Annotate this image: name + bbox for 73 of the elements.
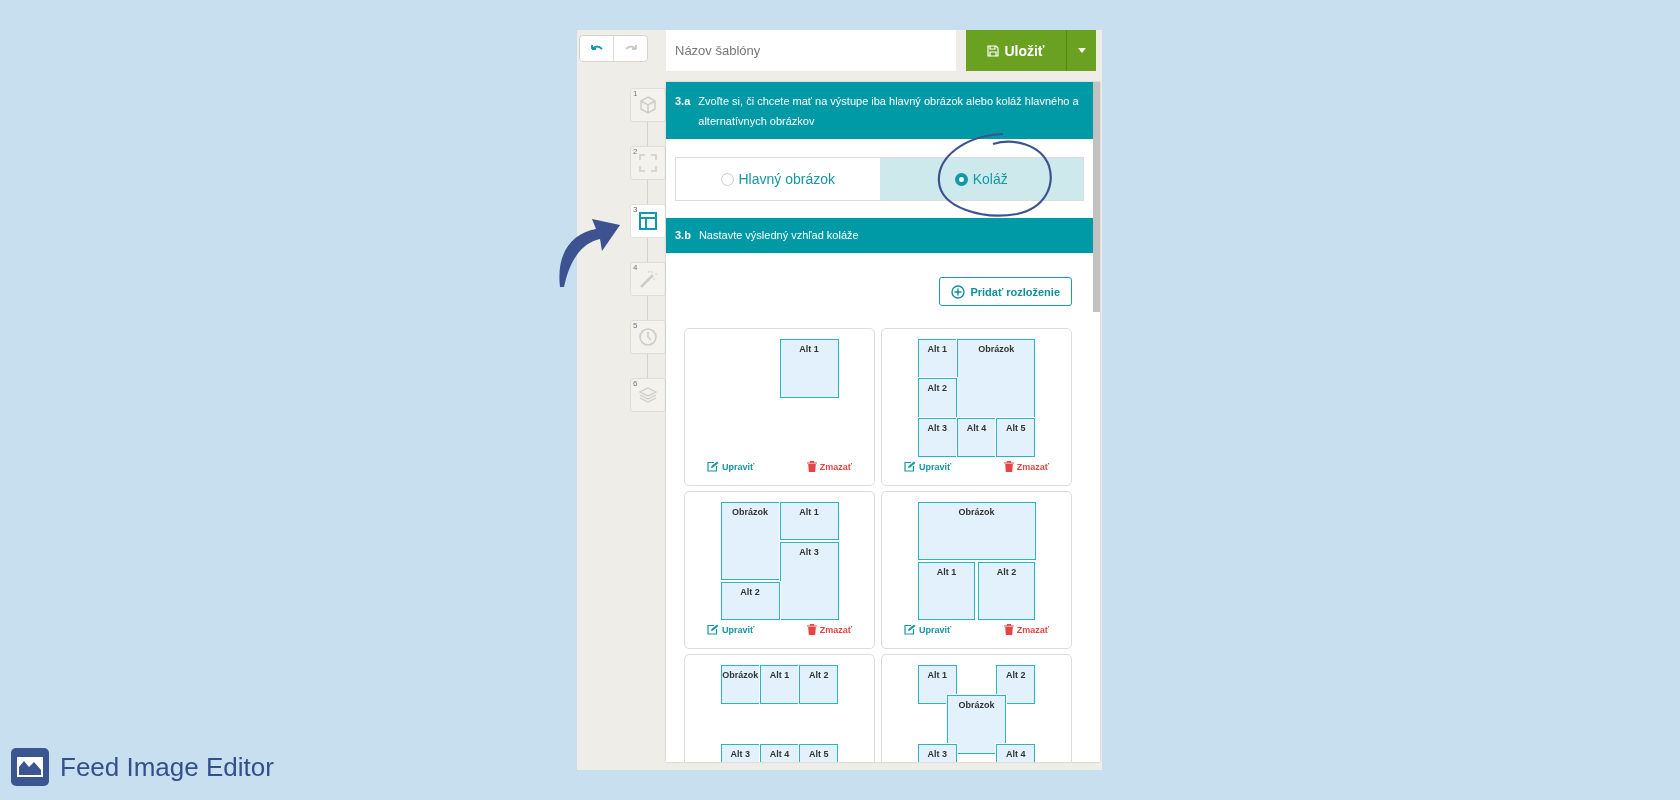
step-tab[interactable]: 5 [630,320,666,354]
brand-name: Feed Image Editor [60,751,274,783]
delete-link[interactable]: Zmazať [1003,624,1049,635]
add-layout-button[interactable]: Pridať rozloženie [939,277,1072,306]
layout-tile: Alt 1 [917,562,976,620]
edit-link[interactable]: Upraviť [707,461,755,472]
layers-icon [638,385,658,405]
layout-tile: Obrázok [947,694,1006,754]
layout-tile: Alt 4 [759,743,800,762]
section-title: Nastavte výsledný vzhľad koláže [698,228,859,243]
radio-option[interactable]: Koláž [879,158,1083,200]
edit-icon [904,461,916,472]
step-tab[interactable]: 1 [630,88,666,122]
step-tab[interactable]: 4 [630,262,666,296]
layout-tile: Alt 2 [977,562,1036,620]
clock-icon [638,327,658,347]
save-button[interactable]: Uložiť [966,30,1066,71]
fullscreen-icon [638,153,658,173]
step-number: 1 [633,89,638,98]
scrollbar[interactable] [1093,82,1100,312]
layout-tile: Alt 2 [720,582,780,620]
edit-link[interactable]: Upraviť [707,624,755,635]
template-name-field[interactable]: Názov šablóny [666,30,956,71]
layout-tile: Alt 2 [799,665,839,705]
trash-icon [1003,624,1014,635]
layout-tile: Obrázok [956,339,1036,418]
section-number: 3.b [675,228,691,243]
layout-tile: Alt 1 [779,502,839,540]
section-number: 3.a [675,94,691,109]
layout-tile: Alt 3 [917,417,957,457]
edit-icon [707,624,719,635]
layout-tile: Alt 2 [996,665,1036,705]
layout-tile: Alt 1 [759,665,800,705]
step-number: 6 [633,379,638,388]
edit-icon [904,624,916,635]
cube-icon [638,95,658,115]
magic-wand-icon [638,269,658,289]
layout-tile: Obrázok [720,665,760,705]
layout-tile: Alt 3 [917,743,957,762]
layout-tile: Alt 1 [779,339,839,398]
delete-link[interactable]: Zmazať [806,624,852,635]
trash-icon [806,461,817,472]
layout-tile: Obrázok [720,502,780,580]
layout-tile: Alt 5 [799,743,839,762]
edit-icon [707,461,719,472]
layout-icon [638,211,658,231]
layout-tile: Alt 3 [779,542,839,620]
edit-link[interactable]: Upraviť [904,624,952,635]
layout-tile: Alt 4 [956,417,997,457]
save-options-dropdown[interactable] [1066,30,1096,71]
trash-icon [1003,461,1014,472]
step-number: 4 [633,263,638,272]
step-number: 5 [633,321,638,330]
layout-tile: Obrázok [917,502,1036,560]
trash-icon [806,624,817,635]
layout-tile: Alt 3 [720,743,760,762]
step-tab[interactable]: 2 [630,146,666,180]
delete-link[interactable]: Zmazať [806,461,852,472]
step-number: 2 [633,147,638,156]
step-tab[interactable]: 6 [630,378,666,412]
layout-tile: Alt 4 [996,743,1036,762]
step-tab[interactable]: 3 [630,204,666,238]
section-title: Zvoľte si, či chcete mať na výstupe iba hlavný obrázok alebo koláž hlavného a alternatívnych obrázkov [698,94,1080,129]
plus-circle-icon [951,284,966,299]
step-number: 3 [633,205,638,214]
layout-tile: Alt 5 [996,417,1036,457]
image-icon [11,748,49,786]
delete-link[interactable]: Zmazať [1003,461,1049,472]
layout-tile: Alt 1 [917,339,957,379]
caret-icon [1077,48,1086,53]
layout-tile: Alt 1 [917,665,957,705]
edit-link[interactable]: Upraviť [904,461,952,472]
layout-tile: Alt 2 [917,378,957,418]
